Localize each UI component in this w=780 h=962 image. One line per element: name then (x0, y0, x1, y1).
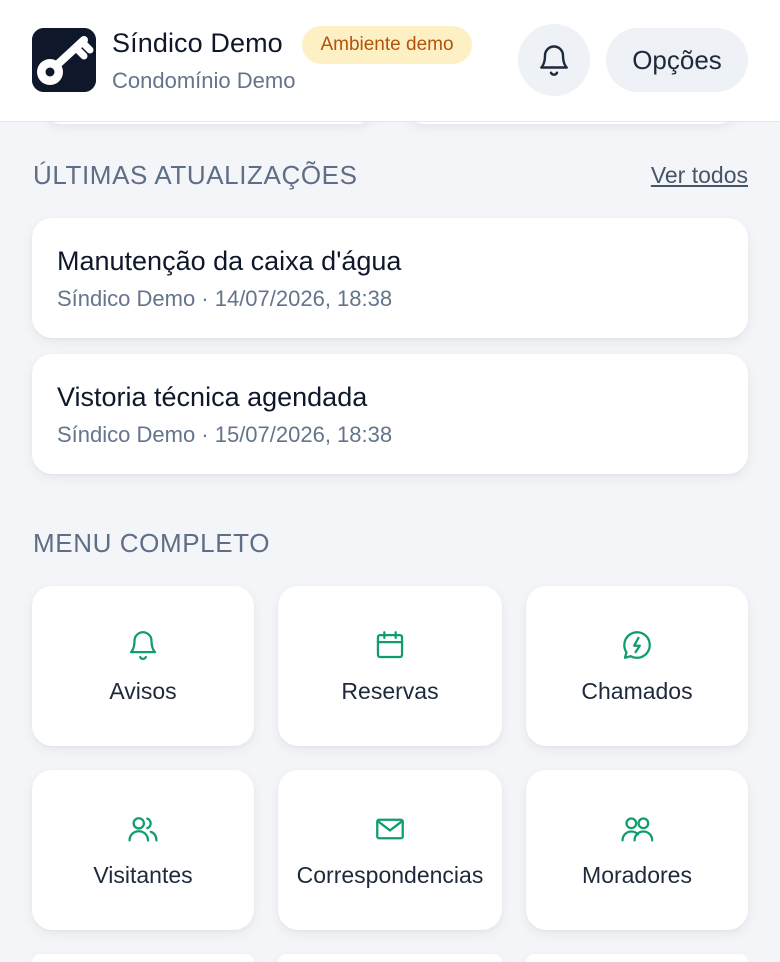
update-meta: Síndico Demo · 14/07/2026, 18:38 (57, 286, 393, 311)
bell-icon (129, 631, 157, 660)
menu-item-label: Chamados (581, 678, 693, 704)
app-title: Síndico Demo (112, 28, 283, 58)
key-logo-icon (32, 28, 96, 92)
app-header: Síndico Demo Ambiente demo Condomínio De… (0, 0, 780, 122)
demo-environment-badge: Ambiente demo (302, 26, 472, 64)
update-card[interactable]: Vistoria técnica agendada Síndico Demo ·… (32, 354, 748, 474)
update-title: Vistoria técnica agendada (57, 382, 368, 412)
calendar-icon (376, 631, 404, 659)
options-button[interactable]: Opções (606, 28, 748, 92)
menu-item-partial[interactable] (278, 954, 502, 962)
menu-item-label: Correspondencias (296, 862, 484, 888)
bell-icon (540, 45, 568, 76)
update-title: Manutenção da caixa d'água (57, 246, 402, 276)
menu-item-moradores[interactable]: Moradores (526, 770, 748, 930)
condominium-name: Condomínio Demo (112, 68, 296, 93)
notifications-button[interactable] (518, 24, 590, 96)
menu-item-label: Visitantes (93, 862, 193, 888)
lightning-chat-icon (623, 631, 651, 659)
menu-item-correspondencias[interactable]: Correspondencias (278, 770, 502, 930)
update-meta: Síndico Demo · 15/07/2026, 18:38 (57, 422, 393, 447)
update-card[interactable]: Manutenção da caixa d'água Síndico Demo … (32, 218, 748, 338)
menu-item-partial[interactable] (526, 954, 748, 962)
mail-icon (376, 818, 404, 840)
see-all-link[interactable]: Ver todos (651, 162, 748, 189)
menu-item-label: Avisos (109, 678, 177, 704)
menu-item-visitantes[interactable]: Visitantes (32, 770, 254, 930)
residents-icon (621, 817, 654, 842)
menu-item-partial[interactable] (32, 954, 254, 962)
users-icon (128, 817, 158, 842)
menu-item-avisos[interactable]: Avisos (32, 586, 254, 746)
menu-item-label: Reservas (341, 678, 439, 704)
menu-section-title: MENU COMPLETO (33, 528, 271, 558)
menu-item-chamados[interactable]: Chamados (526, 586, 748, 746)
menu-item-label: Moradores (582, 862, 692, 888)
menu-item-reservas[interactable]: Reservas (278, 586, 502, 746)
updates-section-title: ÚLTIMAS ATUALIZAÇÕES (33, 160, 358, 190)
